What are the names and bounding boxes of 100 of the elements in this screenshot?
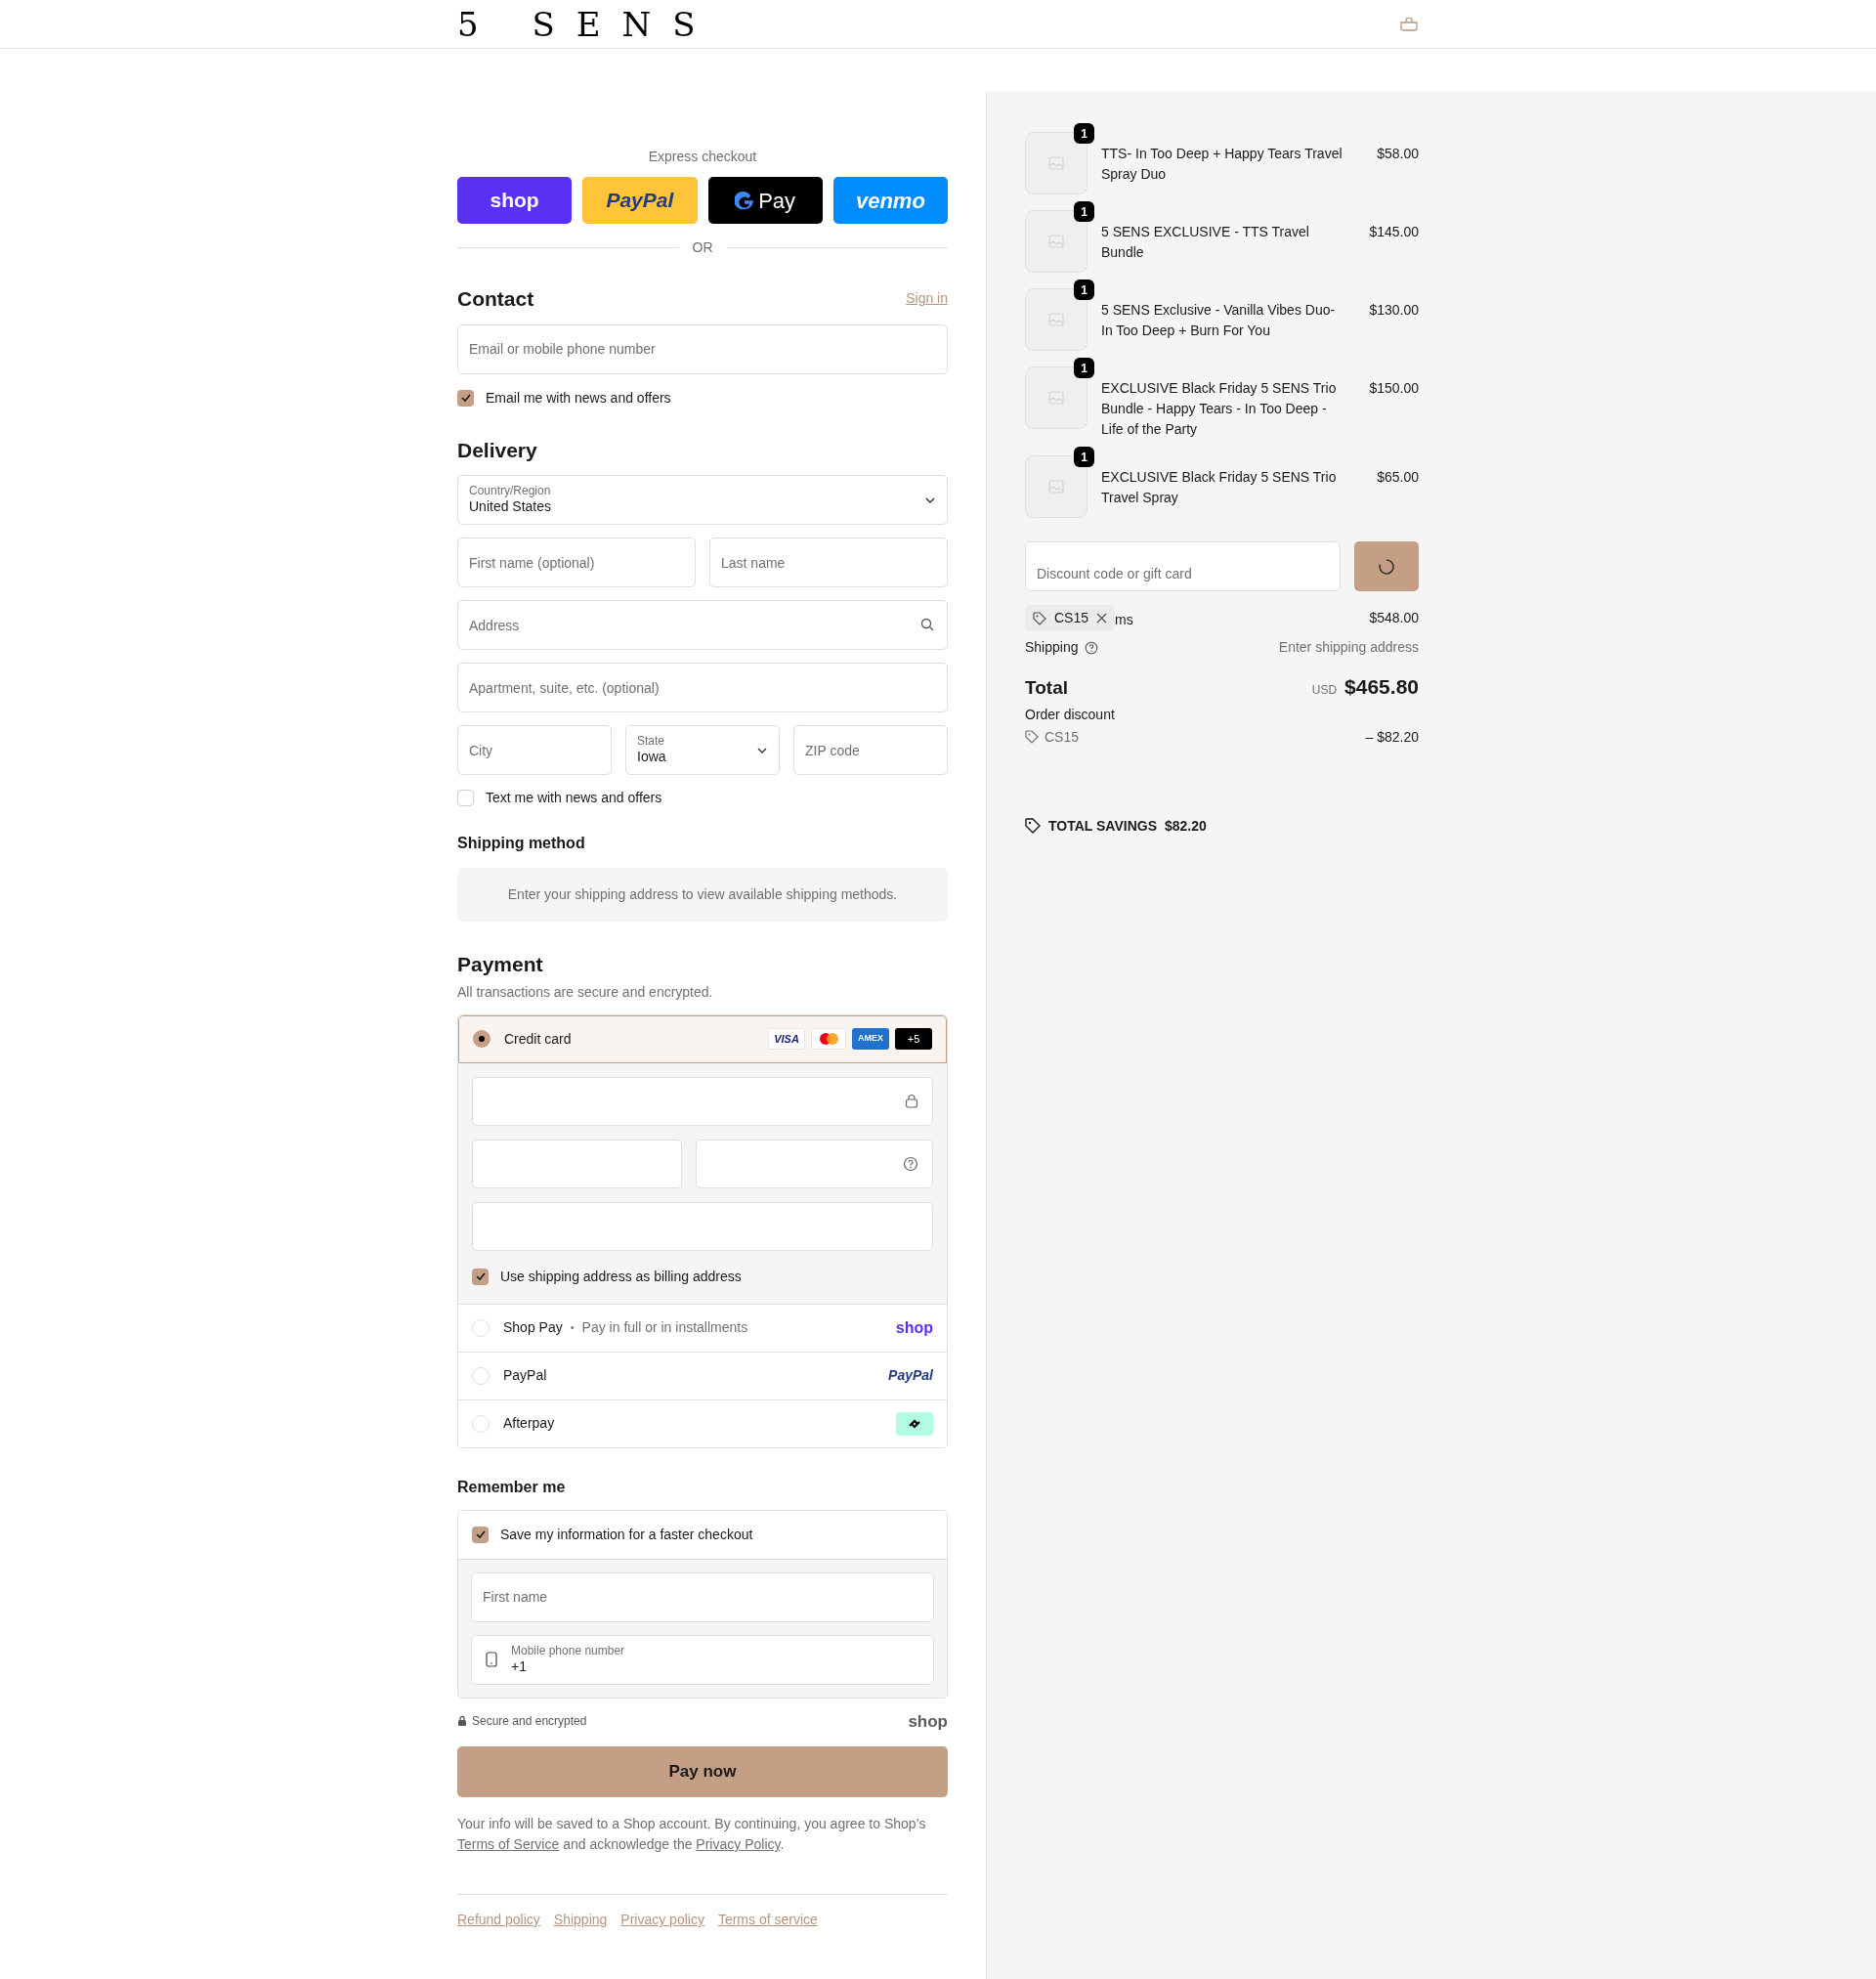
product-name: TTS- In Too Deep + Happy Tears Travel Spray Duo [1101, 145, 1343, 184]
quantity-badge: 1 [1074, 280, 1094, 300]
checkbox-label: Text me with news and offers [486, 789, 662, 807]
divider-label: OR [692, 238, 713, 257]
country-select[interactable]: Country/Region United States [457, 475, 948, 525]
image-placeholder-icon [1048, 235, 1064, 248]
lock-icon [457, 1715, 467, 1728]
image-placeholder-icon [1048, 313, 1064, 326]
product-price: $150.00 [1368, 379, 1419, 398]
legal-link[interactable]: Terms of Service [457, 1836, 560, 1852]
summary-value: $548.00 [1369, 609, 1419, 627]
help-icon [903, 1155, 918, 1172]
section-heading: Contact [457, 286, 534, 312]
discount-amount: – $82.20 [1365, 727, 1419, 747]
payment-option-label: PayPal [503, 1366, 547, 1385]
state-select[interactable]: State Iowa [625, 725, 780, 775]
section-heading: Delivery [457, 437, 538, 463]
savings-amount: $82.20 [1165, 816, 1207, 836]
checkbox-label: Use shipping address as billing address [500, 1267, 742, 1286]
checkmark-icon [474, 1528, 487, 1540]
tag-icon [1033, 611, 1046, 625]
last-name-field[interactable]: Last name [709, 538, 948, 587]
shop-logo: shop [895, 1317, 933, 1338]
tag-icon [1025, 818, 1041, 834]
phone-field[interactable]: Mobile phone number +1 [471, 1634, 934, 1685]
payment-option-label: Credit card [504, 1029, 572, 1049]
image-placeholder-icon [1048, 480, 1064, 494]
card-brand-badge: AMEX [852, 1028, 889, 1050]
name-on-card-field[interactable] [472, 1201, 933, 1251]
expiry-field[interactable] [472, 1139, 682, 1188]
tag-icon [1025, 730, 1039, 744]
radio-button[interactable] [472, 1318, 490, 1337]
quantity-badge: 1 [1074, 201, 1094, 222]
apply-button[interactable] [1354, 541, 1419, 591]
overlapping-circles-icon [818, 1032, 839, 1046]
first-name-field[interactable]: First name [471, 1571, 934, 1622]
address-field[interactable]: Address [457, 600, 948, 650]
help-icon [1084, 640, 1098, 655]
summary-label: ms [1115, 610, 1133, 629]
email-field[interactable]: Email or mobile phone number [457, 323, 948, 374]
apartment-field[interactable]: Apartment, suite, etc. (optional) [457, 663, 948, 712]
payment-option[interactable]: Afterpay [458, 1398, 947, 1447]
brand-logo[interactable]: 5 SENS [457, 7, 717, 41]
currency-label: USD [1311, 682, 1338, 699]
cart-icon[interactable] [1399, 17, 1419, 31]
product-price: $65.00 [1376, 468, 1419, 487]
checkbox-label: Save my information for a faster checkout [500, 1525, 753, 1544]
card-number-field[interactable] [472, 1076, 933, 1126]
checkbox[interactable] [472, 1268, 489, 1285]
section-heading: Payment [457, 952, 544, 977]
section-heading: Shipping method [457, 834, 586, 853]
image-placeholder-icon [1048, 156, 1064, 170]
summary-label: Order discount [1025, 705, 1115, 724]
google-g-icon [735, 191, 755, 210]
security-code-field[interactable] [696, 1139, 933, 1188]
checkbox[interactable] [472, 1526, 489, 1543]
product-price: $58.00 [1376, 145, 1419, 163]
image-placeholder-icon [1048, 391, 1064, 405]
checkmark-icon [474, 1270, 487, 1282]
shop-logo: shop [908, 1710, 948, 1733]
radio-button[interactable] [472, 1366, 490, 1385]
lock-icon [905, 1094, 918, 1108]
shop-pay-button[interactable]: shop [457, 177, 573, 224]
total-label: Total [1025, 676, 1068, 700]
quantity-badge: 1 [1074, 123, 1094, 144]
paypal-pay-button[interactable]: PayPal [582, 177, 698, 224]
product-name: 5 SENS Exclusive - Vanilla Vibes Duo- In Too Deep + Burn For You [1101, 301, 1337, 340]
payment-option-label: Shop Pay [503, 1318, 563, 1337]
summary-value: Enter shipping address [1278, 638, 1419, 657]
discount-tag[interactable]: CS15 [1025, 605, 1116, 631]
product-price: $145.00 [1368, 223, 1419, 241]
total-amount: $465.80 [1344, 674, 1419, 700]
first-name-field[interactable]: First name (optional) [457, 538, 696, 587]
product-name: 5 SENS EXCLUSIVE - TTS Travel Bundle [1101, 223, 1310, 262]
savings-label: TOTAL SAVINGS [1048, 816, 1157, 836]
quantity-badge: 1 [1074, 358, 1094, 378]
info-box: Enter your shipping address to view available shipping methods. [457, 868, 948, 922]
card-brand-badge: +5 [895, 1028, 932, 1050]
checkbox[interactable] [457, 389, 474, 407]
checkbox[interactable] [457, 790, 474, 806]
discount-code-field[interactable]: Discount code or gift card [1025, 541, 1341, 591]
city-field[interactable]: City [457, 725, 612, 775]
section-subtitle: All transactions are secure and encrypted. [457, 982, 714, 1002]
section-heading: Remember me [457, 1477, 567, 1497]
checkbox-label: Email me with news and offers [486, 388, 671, 408]
search-icon [920, 618, 934, 631]
summary-label: Shipping [1025, 638, 1079, 657]
spinner-icon [1378, 557, 1395, 576]
radio-button[interactable] [473, 1030, 490, 1048]
quantity-badge: 1 [1074, 447, 1094, 467]
zip-field[interactable]: ZIP code [793, 725, 948, 775]
payment-option[interactable]: Credit card VISA AMEX +5 [458, 1014, 947, 1063]
pay-now-button[interactable]: Pay now [457, 1746, 948, 1797]
paypal-logo: PayPal [888, 1366, 933, 1385]
radio-button[interactable] [472, 1414, 490, 1433]
gpay-pay-button[interactable]: Pay [707, 177, 823, 224]
payment-option-note: Pay in full or in installments [581, 1318, 748, 1337]
card-brand-badge: VISA [768, 1028, 805, 1050]
section-label: Express checkout [647, 148, 758, 166]
discount-code-label: CS15 [1045, 727, 1080, 747]
